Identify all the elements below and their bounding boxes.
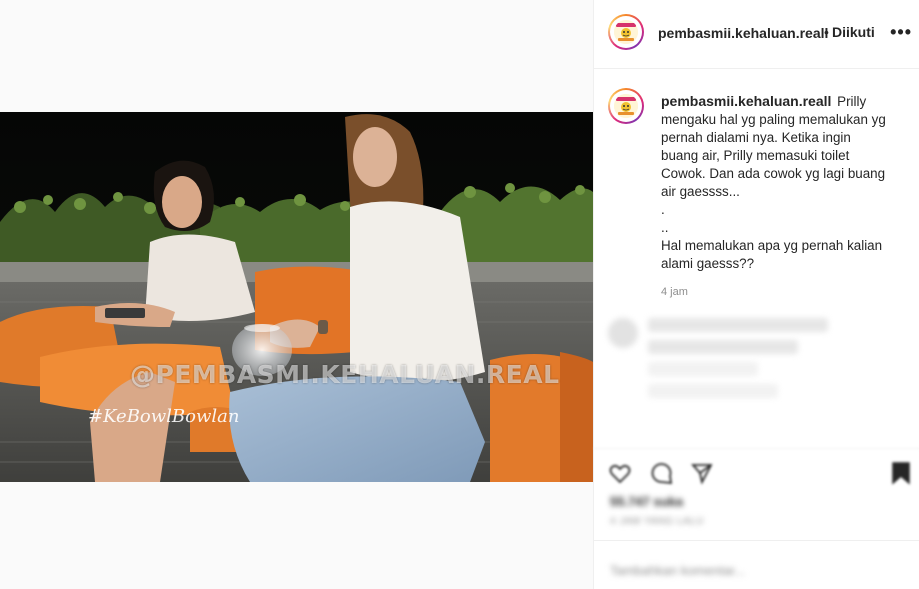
heart-icon[interactable] [608, 461, 632, 485]
caption-avatar[interactable] [608, 88, 644, 124]
instagram-post-page: @PEMBASMI.KEHALUAN.REAL #KeBowlBowlan pe… [0, 0, 919, 589]
caption-line: .. [661, 220, 669, 235]
post-side-panel: pembasmii.kehaluan.reall • Diikuti ••• p… [593, 0, 919, 589]
caption-line: air gaessss... [661, 184, 740, 199]
avatar-logo-icon [614, 94, 638, 118]
caption-line: buang air, Prilly memasuki toilet [661, 148, 850, 163]
avatar[interactable] [608, 14, 644, 50]
show-logo: #KeBowlBowlan [88, 406, 240, 427]
add-comment-bar: Tambahkan komentar... [594, 540, 919, 589]
blurred-comments [608, 318, 908, 406]
comment-input[interactable]: Tambahkan komentar... [610, 563, 745, 578]
likes-count[interactable]: 55.747 suka [610, 494, 683, 509]
separator-dot: • [824, 24, 829, 40]
caption-text: pembasmii.kehaluan.reall Prilly mengaku … [661, 92, 906, 273]
post-date: 4 JAM YANG LALU [610, 516, 704, 527]
post-time[interactable]: 4 jam [661, 286, 688, 298]
bookmark-icon[interactable] [890, 461, 912, 485]
avatar-logo-icon [614, 20, 638, 44]
comment-icon[interactable] [650, 461, 674, 485]
following-button[interactable]: Diikuti [832, 24, 875, 40]
share-icon[interactable] [690, 461, 714, 485]
media-column: @PEMBASMI.KEHALUAN.REAL #KeBowlBowlan [0, 0, 593, 589]
caption-line: mengaku hal yg paling memalukan yg [661, 112, 886, 127]
caption-line: Cowok. Dan ada cowok yg lagi buang [661, 166, 886, 181]
post-header: pembasmii.kehaluan.reall • Diikuti ••• [594, 0, 919, 69]
header-username[interactable]: pembasmii.kehaluan.reall [658, 25, 828, 41]
caption-line: Hal memalukan apa yg pernah kalian [661, 238, 883, 253]
video-watermark: @PEMBASMI.KEHALUAN.REAL [130, 360, 560, 389]
caption-username[interactable]: pembasmii.kehaluan.reall [661, 93, 831, 109]
caption-line: . [661, 202, 665, 217]
caption-line: pernah dialami nya. Ketika ingin [661, 130, 851, 145]
post-video[interactable]: @PEMBASMI.KEHALUAN.REAL #KeBowlBowlan [0, 112, 593, 482]
action-bar [594, 448, 919, 489]
caption-line: pembasmii.kehaluan.reall Prilly [661, 93, 867, 109]
caption-line: alami gaesss?? [661, 256, 755, 271]
more-icon[interactable]: ••• [890, 22, 912, 43]
